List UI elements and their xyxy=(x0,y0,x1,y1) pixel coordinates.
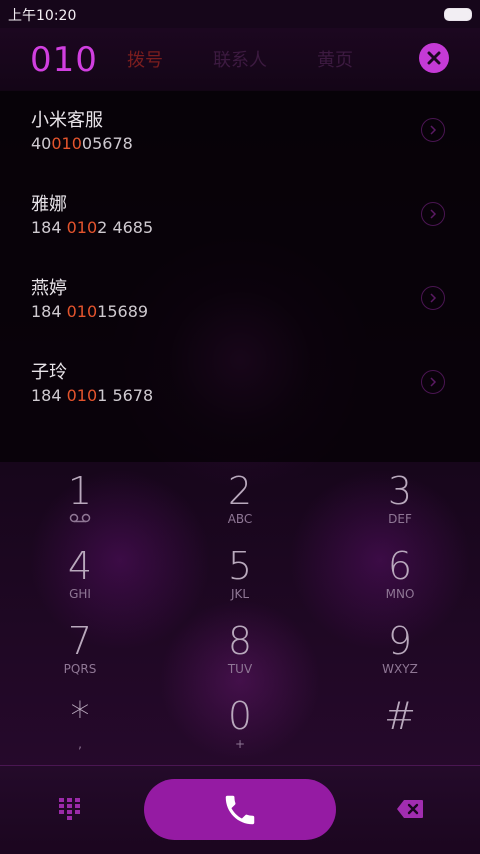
key-letters: TUV xyxy=(227,662,253,676)
close-icon xyxy=(427,51,441,65)
result-item[interactable]: 子玲 184 0101 5678 xyxy=(0,342,480,426)
contact-name: 小米客服 xyxy=(31,110,103,131)
contact-name: 燕婷 xyxy=(31,278,67,299)
phone-icon xyxy=(225,795,255,824)
key-digit: 0 xyxy=(227,694,253,738)
tab-dial[interactable]: 拨号 xyxy=(127,46,163,72)
tab-contacts[interactable]: 联系人 xyxy=(213,46,267,72)
chevron-right-icon xyxy=(430,125,437,135)
status-bar: 上午10:20 xyxy=(0,0,480,28)
key-letters: , xyxy=(78,737,82,751)
key-digit: 7 xyxy=(67,619,93,663)
key-letters: ABC xyxy=(227,512,253,526)
number-match: 010 xyxy=(66,302,98,321)
contact-number: 184 0102 4685 xyxy=(31,218,153,237)
key-7[interactable]: 7 PQRS xyxy=(0,612,160,687)
call-button[interactable] xyxy=(144,779,336,840)
key-5[interactable]: 5 JKL xyxy=(160,537,320,612)
key-letters: DEF xyxy=(388,512,412,526)
number-part: 184 xyxy=(31,218,67,237)
number-part: 05678 xyxy=(81,134,133,153)
voicemail-icon xyxy=(69,513,91,523)
key-digit: 4 xyxy=(67,544,93,588)
key-letters: GHI xyxy=(69,587,91,601)
number-part: 184 xyxy=(31,302,67,321)
key-digit: 8 xyxy=(227,619,253,663)
number-part: 2 4685 xyxy=(97,218,154,237)
status-time: 上午10:20 xyxy=(8,8,77,24)
number-part: 1 5678 xyxy=(97,386,154,405)
dialed-number[interactable]: 010 xyxy=(30,40,98,80)
number-part: 184 xyxy=(31,386,67,405)
number-part: 15689 xyxy=(97,302,149,321)
result-detail-button[interactable] xyxy=(421,286,445,310)
battery-icon xyxy=(444,8,472,21)
bottom-bar xyxy=(0,765,480,854)
key-letters: WXYZ xyxy=(382,662,418,676)
dialpad-toggle-button[interactable] xyxy=(59,798,81,824)
result-detail-button[interactable] xyxy=(421,370,445,394)
backspace-button[interactable] xyxy=(396,799,424,823)
key-digit: * xyxy=(70,694,90,738)
key-digit: 9 xyxy=(387,619,413,663)
contact-number: 184 01015689 xyxy=(31,302,148,321)
key-digit: 5 xyxy=(227,544,253,588)
chevron-right-icon xyxy=(430,209,437,219)
number-match: 010 xyxy=(66,386,98,405)
number-part: 40 xyxy=(31,134,52,153)
result-item[interactable]: 小米客服 4001005678 xyxy=(0,90,480,174)
key-digit: 6 xyxy=(387,544,413,588)
dialer-header: 010 拨号 联系人 黄页 xyxy=(0,28,480,91)
search-results: 小米客服 4001005678 雅娜 184 0102 4685 燕婷 184 … xyxy=(0,90,480,462)
key-digit: 3 xyxy=(387,469,413,513)
key-2[interactable]: 2 ABC xyxy=(160,462,320,537)
number-match: 010 xyxy=(51,134,82,153)
key-letters: + xyxy=(234,737,246,751)
key-digit: 2 xyxy=(227,469,253,513)
key-letters: JKL xyxy=(230,587,250,601)
key-3[interactable]: 3 DEF xyxy=(320,462,480,537)
backspace-icon xyxy=(397,800,423,818)
key-4[interactable]: 4 GHI xyxy=(0,537,160,612)
key-1[interactable]: 1 xyxy=(0,462,160,537)
clear-button[interactable] xyxy=(419,43,449,73)
contact-number: 184 0101 5678 xyxy=(31,386,153,405)
number-match: 010 xyxy=(66,218,98,237)
tab-yellow-pages[interactable]: 黄页 xyxy=(317,46,353,72)
dial-keypad: 1 2 ABC 3 DEF 4 GHI 5 JKL 6 MNO 7 PQRS 8… xyxy=(0,462,480,765)
chevron-right-icon xyxy=(430,293,437,303)
key-digit: # xyxy=(384,694,416,738)
key-9[interactable]: 9 WXYZ xyxy=(320,612,480,687)
contact-name: 子玲 xyxy=(31,362,67,383)
result-item[interactable]: 燕婷 184 01015689 xyxy=(0,258,480,342)
key-letters: MNO xyxy=(385,587,415,601)
key-6[interactable]: 6 MNO xyxy=(320,537,480,612)
key-0[interactable]: 0 + xyxy=(160,687,320,762)
result-detail-button[interactable] xyxy=(421,202,445,226)
result-item[interactable]: 雅娜 184 0102 4685 xyxy=(0,174,480,258)
contact-name: 雅娜 xyxy=(31,194,67,215)
dialpad-icon xyxy=(59,798,80,820)
key-star[interactable]: * , xyxy=(0,687,160,762)
key-8[interactable]: 8 TUV xyxy=(160,612,320,687)
key-digit: 1 xyxy=(67,469,93,513)
contact-number: 4001005678 xyxy=(31,134,133,153)
key-hash[interactable]: # xyxy=(320,687,480,762)
result-detail-button[interactable] xyxy=(421,118,445,142)
chevron-right-icon xyxy=(430,377,437,387)
key-letters: PQRS xyxy=(63,662,97,676)
